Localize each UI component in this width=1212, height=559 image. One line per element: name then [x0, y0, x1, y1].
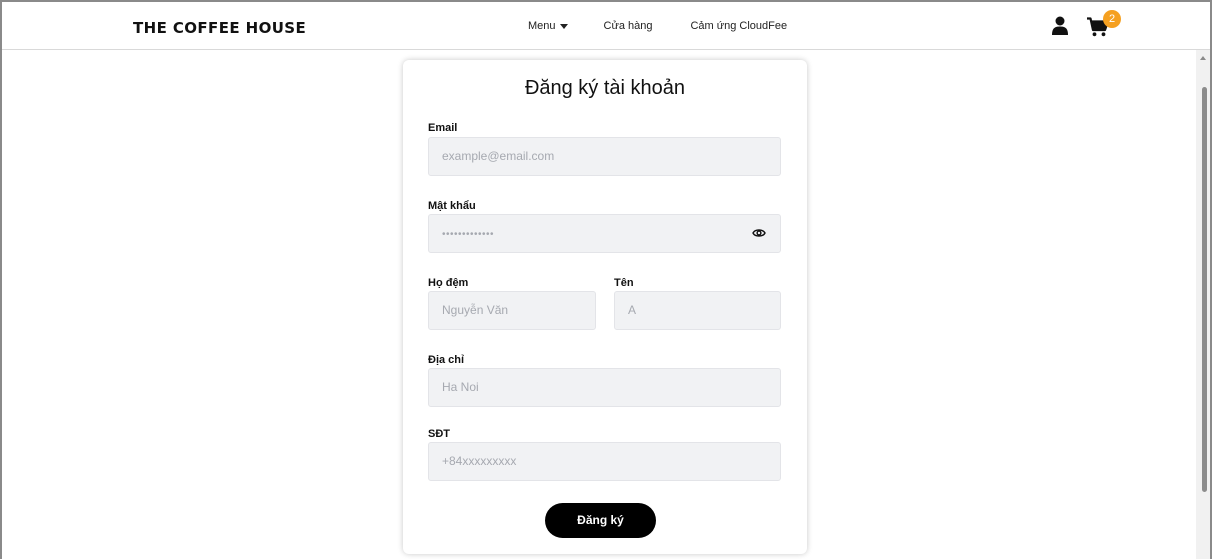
phone-label: SĐT [428, 428, 450, 440]
address-field[interactable]: Ha Noi [428, 368, 781, 407]
cart-count-badge: 2 [1103, 10, 1121, 28]
email-field[interactable]: example@email.com [428, 137, 781, 176]
phone-placeholder: +84xxxxxxxxx [442, 454, 517, 468]
register-button[interactable]: Đăng ký [545, 503, 656, 538]
phone-field[interactable]: +84xxxxxxxxx [428, 442, 781, 481]
password-value: ••••••••••••• [442, 229, 495, 240]
caret-down-icon [559, 24, 568, 29]
vertical-scrollbar[interactable] [1196, 50, 1210, 559]
register-card: Đăng ký tài khoản Email example@email.co… [403, 60, 807, 554]
eye-icon[interactable] [752, 227, 766, 239]
address-label: Địa chỉ [428, 354, 465, 366]
scrollbar-thumb[interactable] [1202, 87, 1207, 492]
nav-links: Menu Cửa hàng Cảm ứng CloudFee [528, 20, 825, 32]
navbar: THE COFFEE HOUSE Menu Cửa hàng Cảm ứng C… [2, 2, 1210, 50]
email-placeholder: example@email.com [442, 149, 555, 163]
last-middle-name-placeholder: Nguyễn Văn [442, 303, 509, 317]
user-icon[interactable] [1052, 16, 1068, 36]
email-label: Email [428, 122, 458, 134]
nav-link-stores[interactable]: Cửa hàng [604, 20, 653, 32]
nav-link-inspiration[interactable]: Cảm ứng CloudFee [690, 20, 787, 32]
nav-menu-label: Menu [528, 20, 556, 32]
brand-logo[interactable]: THE COFFEE HOUSE [133, 19, 306, 37]
scroll-up-arrow-icon[interactable] [1200, 56, 1206, 60]
nav-menu-dropdown[interactable]: Menu [528, 20, 568, 32]
address-placeholder: Ha Noi [442, 380, 479, 394]
password-label: Mật khẩu [428, 200, 476, 212]
password-field[interactable]: ••••••••••••• [428, 214, 781, 253]
browser-frame: THE COFFEE HOUSE Menu Cửa hàng Cảm ứng C… [0, 0, 1212, 559]
last-middle-name-label: Họ đệm [428, 277, 469, 289]
first-name-field[interactable]: A [614, 291, 781, 330]
last-middle-name-field[interactable]: Nguyễn Văn [428, 291, 596, 330]
first-name-placeholder: A [628, 303, 637, 317]
first-name-label: Tên [614, 277, 634, 289]
page-title: Đăng ký tài khoản [524, 77, 686, 99]
